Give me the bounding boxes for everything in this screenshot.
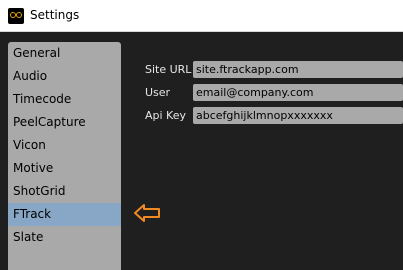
user-field[interactable]: email@company.com [193, 84, 403, 101]
sidebar-item-timecode[interactable]: Timecode [8, 88, 121, 111]
settings-sidebar: General Audio Timecode PeelCapture Vicon… [8, 42, 121, 270]
window-title: Settings [30, 8, 80, 22]
sidebar-item-general[interactable]: General [8, 42, 121, 65]
user-label: User [145, 86, 171, 99]
title-bar: Settings [0, 0, 403, 32]
site-url-label: Site URL [145, 63, 192, 76]
sidebar-item-slate[interactable]: Slate [8, 226, 121, 249]
app-logo-icon [8, 8, 24, 24]
sidebar-item-motive[interactable]: Motive [8, 157, 121, 180]
sidebar-item-shotgrid[interactable]: ShotGrid [8, 180, 121, 203]
site-url-field[interactable]: site.ftrackapp.com [193, 61, 403, 78]
sidebar-item-peelcapture[interactable]: PeelCapture [8, 111, 121, 134]
sidebar-item-ftrack[interactable]: FTrack [8, 203, 121, 226]
sidebar-item-vicon[interactable]: Vicon [8, 134, 121, 157]
api-key-field[interactable]: abcefghijklmnopxxxxxxx [193, 107, 403, 124]
left-arrow-icon [134, 204, 160, 222]
sidebar-item-audio[interactable]: Audio [8, 65, 121, 88]
api-key-label: Api Key [145, 109, 187, 122]
